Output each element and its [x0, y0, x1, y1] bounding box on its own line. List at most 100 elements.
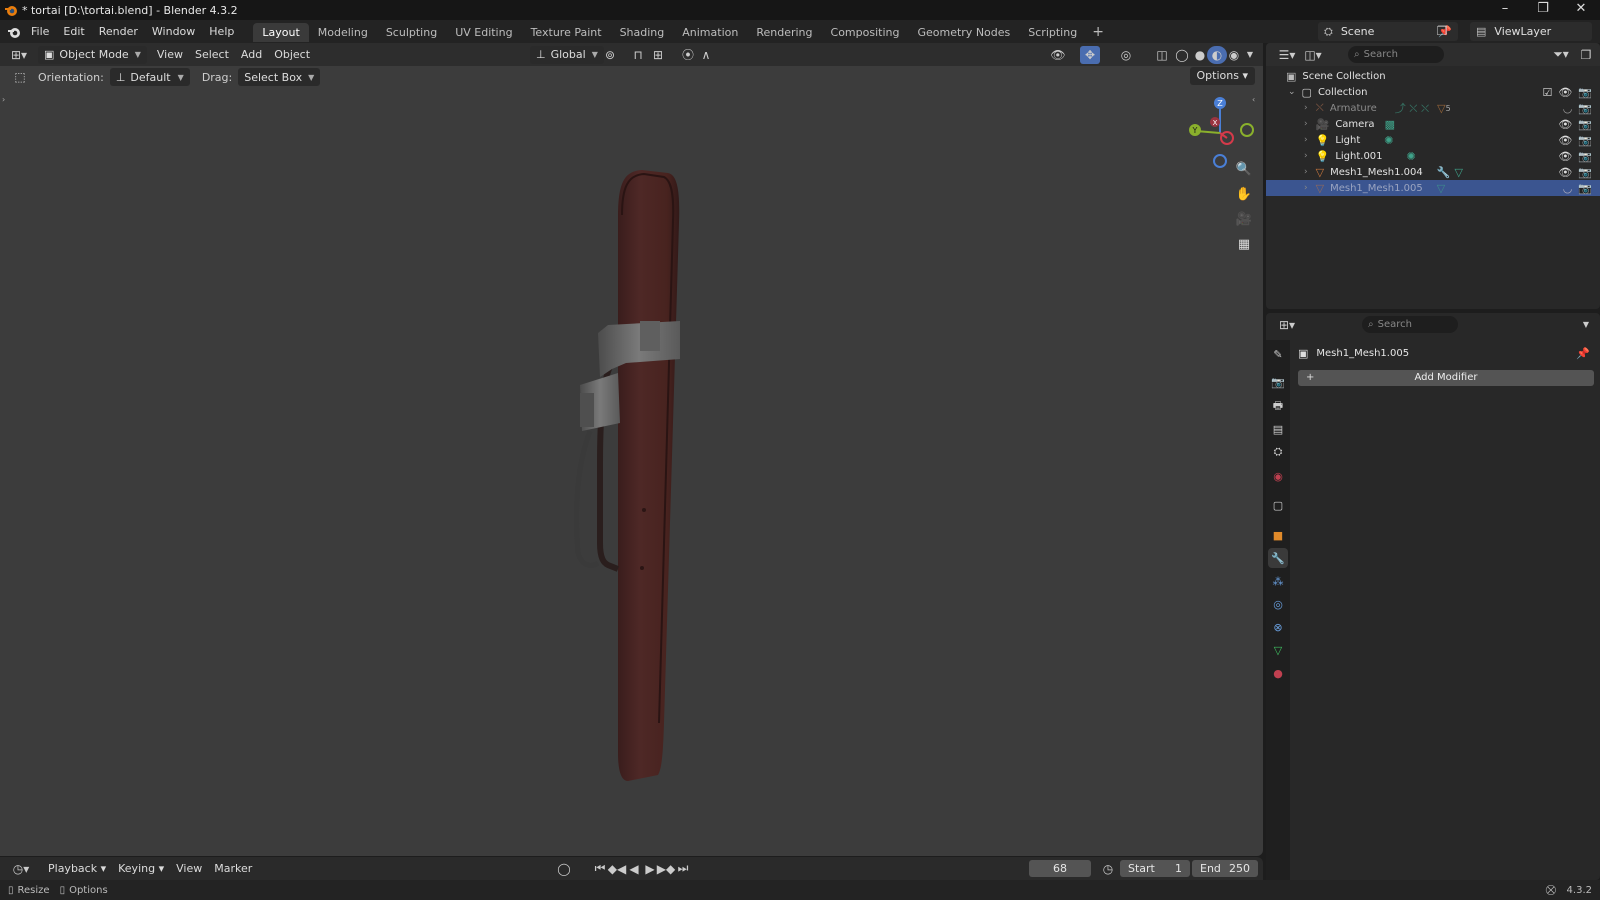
new-collection-icon[interactable]: ❐ — [1576, 46, 1596, 64]
outliner-search-input[interactable]: ⌕ Search — [1348, 46, 1444, 63]
snap-target-icon[interactable]: ⊞ — [648, 46, 668, 64]
add-modifier-button[interactable]: + Add Modifier — [1298, 370, 1594, 386]
render-camera-icon[interactable]: 📷 — [1578, 182, 1592, 195]
xray-toggle-icon[interactable]: ◫ — [1152, 46, 1172, 64]
outliner-row-mesh1-005[interactable]: › ▽ Mesh1_Mesh1.005 ▽ ◡ 📷 — [1266, 180, 1600, 196]
outliner-editor-type-icon[interactable]: ☰▾ — [1274, 46, 1300, 64]
outliner-row-collection[interactable]: ⌄ ▢ Collection ☑ 👁 📷 — [1266, 84, 1600, 100]
toolbar-expand-icon[interactable]: › — [2, 95, 5, 104]
pan-hand-icon[interactable]: ✋ — [1232, 182, 1256, 206]
render-camera-icon[interactable]: 📷 — [1578, 134, 1592, 147]
proportional-edit-icon[interactable]: ⦿ — [678, 46, 698, 64]
editor-type-icon[interactable]: ⊞▾ — [6, 46, 32, 64]
outliner-row-light[interactable]: › 💡 Light ✺ 👁 📷 — [1266, 132, 1600, 148]
sidebar-expand-icon[interactable]: ‹ — [1252, 95, 1255, 104]
jump-end-icon[interactable]: ⏭ — [673, 860, 693, 878]
render-camera-icon[interactable]: 📷 — [1578, 102, 1592, 115]
menu-render[interactable]: Render — [92, 20, 145, 43]
outliner-row-scene-collection[interactable]: ▣ Scene Collection — [1266, 68, 1600, 84]
outliner-row-camera[interactable]: › 🎥 Camera ▩ 👁 📷 — [1266, 116, 1600, 132]
display-mode-icon[interactable]: ◫▾ — [1300, 46, 1326, 64]
snap-icon[interactable]: ⊓ — [628, 46, 648, 64]
menu-add[interactable]: Add — [235, 44, 268, 66]
properties-editor-type-icon[interactable]: ⊞▾ — [1274, 316, 1300, 334]
camera-view-icon[interactable]: 🎥 — [1232, 207, 1256, 231]
visibility-eye-icon[interactable]: 👁 — [1558, 134, 1572, 147]
menu-help[interactable]: Help — [202, 20, 241, 43]
visibility-hidden-icon[interactable]: ◡ — [1563, 102, 1573, 115]
render-camera-icon[interactable]: 📷 — [1578, 118, 1592, 131]
menu-view[interactable]: View — [151, 44, 189, 66]
shading-options-chevron-icon[interactable]: ▼ — [1240, 46, 1260, 64]
world-tab-icon[interactable]: ◉ — [1268, 466, 1288, 486]
3d-viewport[interactable]: ⊞▾ ▣ Object Mode ▼ View Select Add Objec… — [0, 43, 1263, 856]
end-frame-field[interactable]: End 250 — [1192, 860, 1258, 877]
expand-chevron-icon[interactable]: › — [1304, 151, 1308, 161]
options-button[interactable]: Options ▾ — [1189, 67, 1255, 85]
collection-tab-icon[interactable]: ▢ — [1268, 495, 1288, 515]
perspective-toggle-icon[interactable]: ▦ — [1232, 232, 1256, 256]
menu-marker[interactable]: Marker — [208, 858, 258, 880]
menu-timeline-view[interactable]: View — [170, 858, 208, 880]
render-camera-icon[interactable]: 📷 — [1578, 150, 1592, 163]
tab-uv-editing[interactable]: UV Editing — [446, 23, 521, 42]
expand-chevron-icon[interactable]: › — [1304, 167, 1308, 177]
tab-rendering[interactable]: Rendering — [747, 23, 821, 42]
close-button[interactable]: ✕ — [1562, 0, 1600, 20]
visibility-hidden-icon[interactable]: ◡ — [1563, 182, 1573, 195]
gizmo-toggle-icon[interactable]: ✥ — [1080, 45, 1100, 64]
overlay-toggle-icon[interactable]: ◎ — [1116, 46, 1136, 64]
current-frame-field[interactable]: 68 — [1029, 860, 1091, 877]
gizmo-neg-y[interactable] — [1240, 123, 1254, 137]
expand-chevron-icon[interactable]: › — [1304, 103, 1308, 113]
new-scene-icon[interactable]: ❐ — [1432, 22, 1452, 40]
menu-window[interactable]: Window — [145, 20, 202, 43]
menu-select[interactable]: Select — [189, 44, 235, 66]
tab-compositing[interactable]: Compositing — [822, 23, 909, 42]
tab-sculpting[interactable]: Sculpting — [377, 23, 446, 42]
auto-keying-icon[interactable]: ◯ — [554, 860, 574, 878]
tab-scripting[interactable]: Scripting — [1019, 23, 1086, 42]
start-frame-field[interactable]: Start 1 — [1120, 860, 1190, 877]
maximize-button[interactable]: ❐ — [1524, 0, 1562, 20]
tab-texture-paint[interactable]: Texture Paint — [522, 23, 611, 42]
visibility-eye-icon[interactable]: 👁 — [1558, 86, 1572, 99]
outliner-row-mesh1-004[interactable]: › ▽ Mesh1_Mesh1.004 🔧 ▽ 👁 📷 — [1266, 164, 1600, 180]
blender-menu-icon[interactable] — [4, 23, 24, 41]
tab-shading[interactable]: Shading — [611, 23, 674, 42]
expand-chevron-icon[interactable]: › — [1304, 183, 1308, 193]
tool-tab-icon[interactable]: ✎ — [1268, 344, 1288, 364]
view-layer-selector[interactable]: ▤ ViewLayer — [1470, 22, 1592, 41]
collapse-chevron-icon[interactable]: ⌄ — [1288, 87, 1296, 97]
pin-icon[interactable]: 📌 — [1576, 347, 1590, 360]
output-tab-icon[interactable]: 🖶 — [1268, 396, 1288, 416]
menu-file[interactable]: File — [24, 20, 56, 43]
timeline-editor-type-icon[interactable]: ◷▾ — [8, 860, 34, 878]
visibility-eye-icon[interactable]: 👁 — [1558, 150, 1572, 163]
properties-search-input[interactable]: ⌕ Search — [1362, 316, 1458, 333]
object-tab-icon[interactable]: ■ — [1268, 525, 1288, 545]
modifier-tab-icon[interactable]: 🔧 — [1268, 548, 1288, 568]
properties-options-chevron-icon[interactable]: ▼ — [1576, 316, 1596, 334]
add-workspace-button[interactable]: + — [1086, 24, 1110, 40]
menu-object[interactable]: Object — [268, 44, 316, 66]
menu-playback[interactable]: Playback ▾ — [42, 858, 112, 880]
belt-3d-model[interactable] — [560, 163, 720, 803]
filter-icon[interactable]: ⏷▾ — [1548, 46, 1574, 64]
tab-layout[interactable]: Layout — [253, 23, 309, 42]
expand-chevron-icon[interactable]: › — [1304, 119, 1308, 129]
tab-geometry-nodes[interactable]: Geometry Nodes — [908, 23, 1019, 42]
wireframe-shading-icon[interactable]: ◯ — [1172, 46, 1192, 64]
visibility-eye-icon[interactable]: 👁 — [1558, 166, 1572, 179]
render-camera-icon[interactable]: 📷 — [1578, 166, 1592, 179]
visibility-eye-icon[interactable]: 👁 — [1558, 118, 1572, 131]
menu-keying[interactable]: Keying ▾ — [112, 858, 170, 880]
zoom-icon[interactable]: 🔍 — [1232, 157, 1256, 181]
drag-dropdown[interactable]: Select Box ▼ — [238, 68, 321, 86]
data-tab-icon[interactable]: ▽ — [1268, 640, 1288, 660]
view-layer-tab-icon[interactable]: ▤ — [1268, 419, 1288, 439]
mode-selector[interactable]: ▣ Object Mode ▼ — [38, 45, 147, 64]
orientation-dropdown[interactable]: ⊥ Default ▼ — [109, 68, 190, 86]
gizmo-neg-z[interactable] — [1213, 154, 1227, 168]
visibility-icon[interactable]: 👁 — [1048, 46, 1068, 64]
